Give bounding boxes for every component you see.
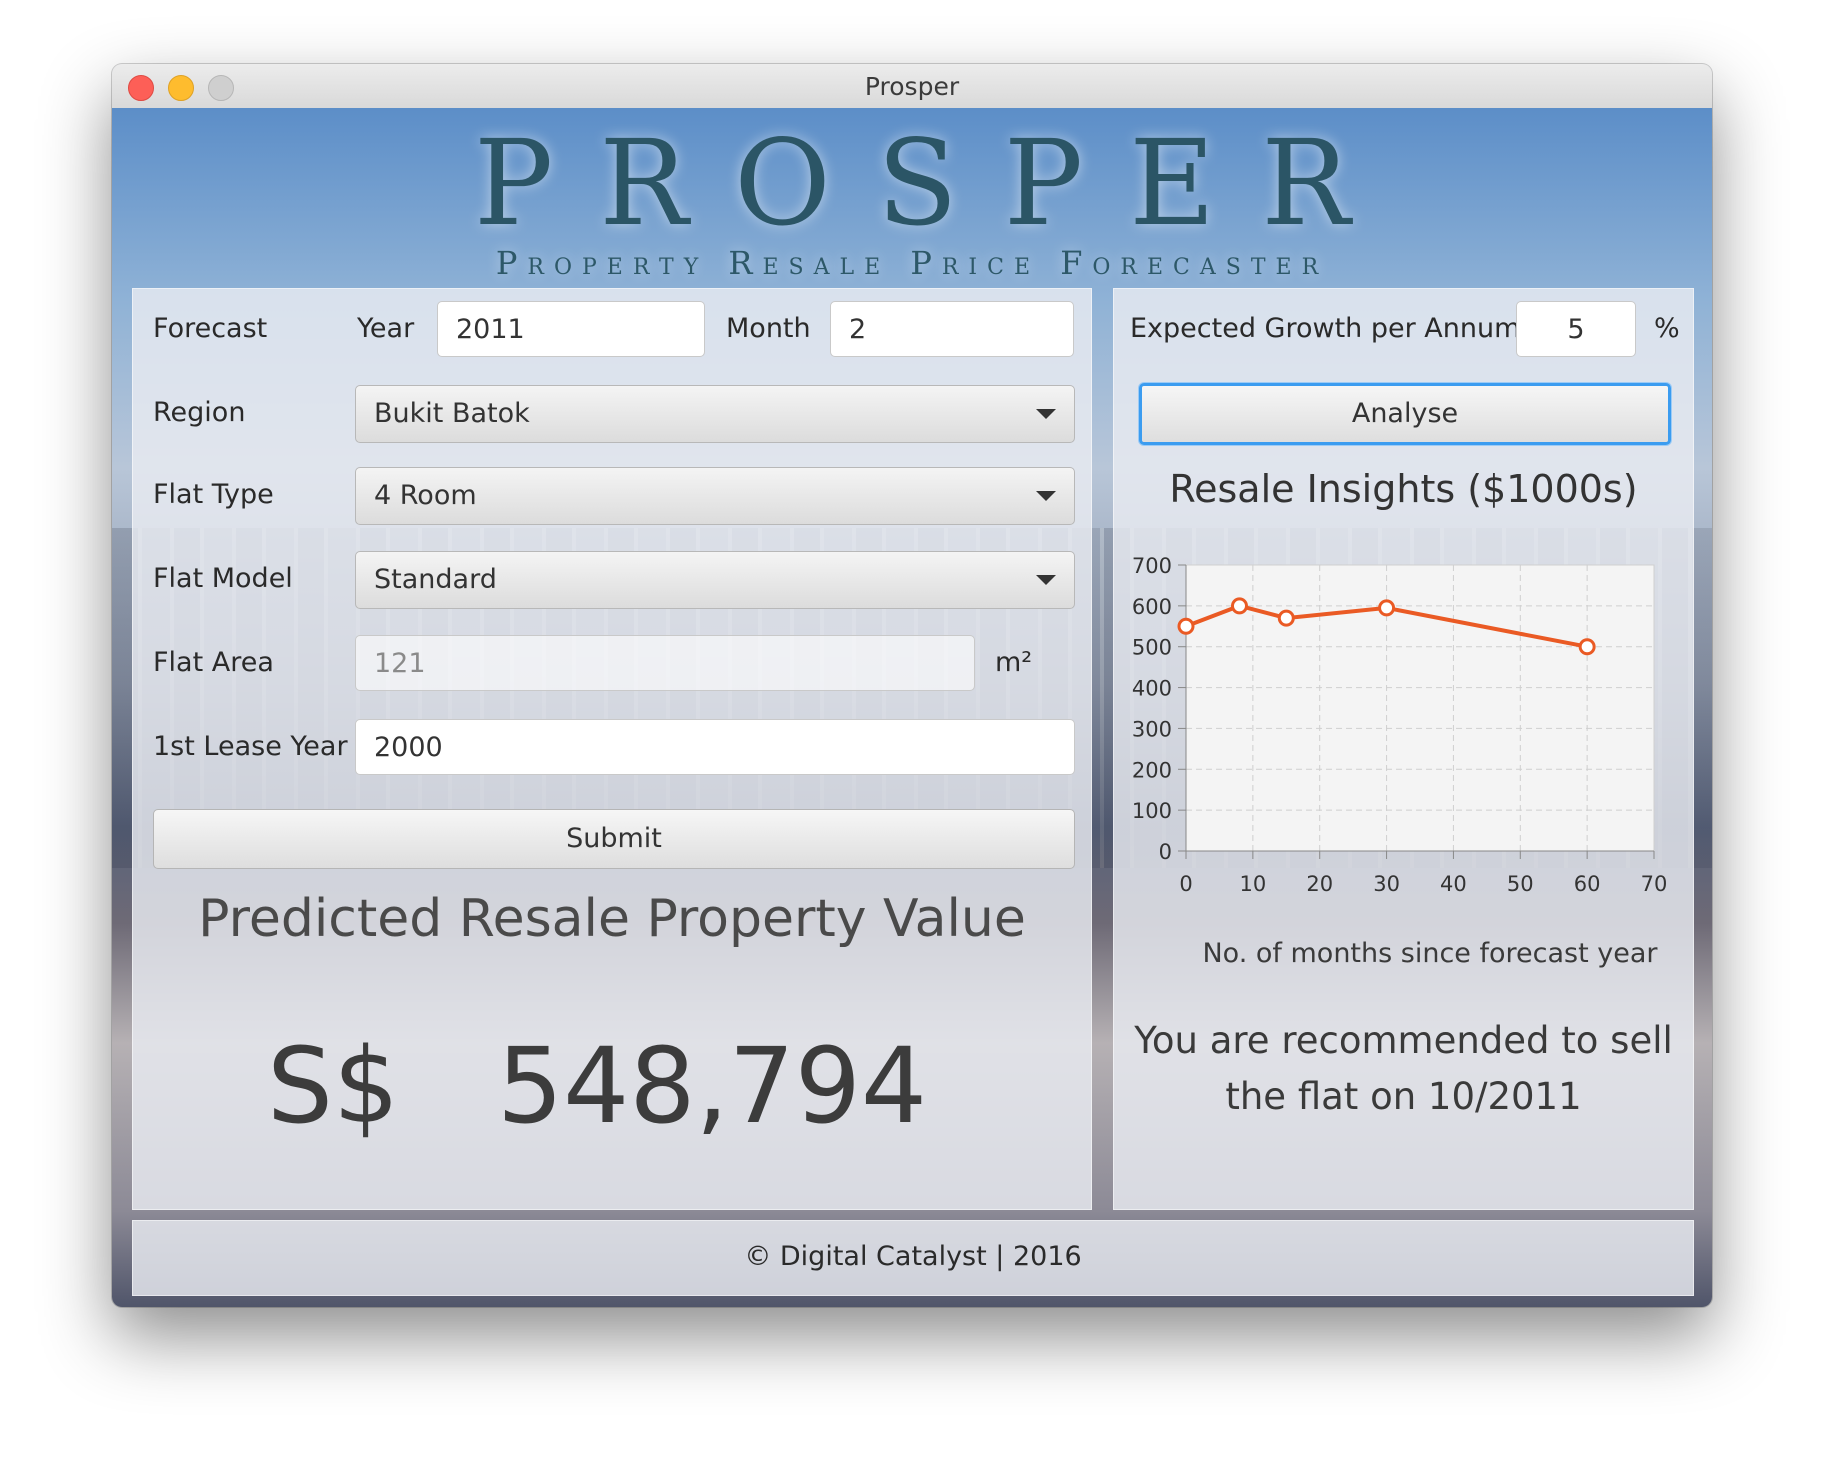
flat-type-select[interactable]: 4 Room <box>355 467 1075 525</box>
prediction-title: Predicted Resale Property Value <box>198 889 1026 949</box>
x-tick-label: 40 <box>1440 872 1467 896</box>
x-tick-label: 50 <box>1507 872 1534 896</box>
data-point <box>1277 609 1295 627</box>
app-content: PROSPER Property Resale Price Forecaster… <box>112 108 1712 1307</box>
flat-type-label: Flat Type <box>153 479 274 510</box>
month-input[interactable] <box>830 301 1074 357</box>
data-point <box>1378 599 1396 617</box>
dropdown-arrow-icon <box>1036 575 1056 585</box>
recommendation-line-2: the flat on 10/2011 <box>1225 1075 1582 1118</box>
y-tick-label: 700 <box>1132 554 1172 578</box>
footer-copyright: © Digital Catalyst | 2016 <box>744 1241 1082 1272</box>
month-label: Month <box>726 313 811 344</box>
chart-title: Resale Insights ($1000s) <box>1169 467 1638 511</box>
flat-model-label: Flat Model <box>153 563 293 594</box>
y-tick-label: 0 <box>1159 840 1172 864</box>
y-tick-label: 500 <box>1132 636 1172 660</box>
flat-type-select-value: 4 Room <box>374 480 477 511</box>
growth-input[interactable] <box>1516 301 1636 357</box>
region-select-value: Bukit Batok <box>374 398 530 429</box>
y-tick-label: 600 <box>1132 595 1172 619</box>
dropdown-arrow-icon <box>1036 409 1056 419</box>
region-select[interactable]: Bukit Batok <box>355 385 1075 443</box>
prediction-value: 548,794 <box>497 1025 928 1147</box>
brand-title: PROSPER <box>473 114 1397 252</box>
title-bar: Prosper <box>112 64 1712 109</box>
flat-area-label: Flat Area <box>153 647 274 678</box>
y-tick-label: 300 <box>1132 717 1172 741</box>
year-input[interactable] <box>437 301 705 357</box>
lease-year-input[interactable] <box>355 719 1075 775</box>
growth-label: Expected Growth per Annum <box>1130 313 1521 344</box>
y-tick-label: 200 <box>1132 758 1172 782</box>
data-point <box>1230 597 1248 615</box>
resale-insights-chart: 0 100 200 300 400 500 600 700 0 10 20 30 40 50 60 70 No… <box>1132 554 1668 969</box>
forecast-label: Forecast <box>153 313 268 344</box>
y-tick-label: 100 <box>1132 799 1172 823</box>
x-axis-label: No. of months since forecast year <box>1202 938 1658 969</box>
brand-header: PROSPER Property Resale Price Forecaster <box>112 118 1712 282</box>
analyse-button[interactable]: Analyse <box>1139 383 1671 445</box>
footer-panel: © Digital Catalyst | 2016 <box>132 1220 1694 1296</box>
submit-button[interactable]: Submit <box>153 809 1075 869</box>
flat-area-unit: m² <box>995 647 1033 678</box>
flat-area-input <box>355 635 975 691</box>
x-tick-label: 0 <box>1179 872 1192 896</box>
forecast-panel: Forecast Year Month Region Bukit Batok F… <box>132 288 1092 1210</box>
x-tick-label: 70 <box>1641 872 1668 896</box>
window-title: Prosper <box>864 72 960 101</box>
analysis-panel: Expected Growth per Annum % Analyse Resa… <box>1113 288 1694 1210</box>
y-tick-label: 400 <box>1132 677 1172 701</box>
lease-year-label: 1st Lease Year <box>153 731 348 762</box>
recommendation-text: You are recommended to sell the flat on … <box>1124 1013 1683 1125</box>
x-tick-label: 10 <box>1239 872 1266 896</box>
data-point <box>1177 617 1195 635</box>
region-label: Region <box>153 397 246 428</box>
x-tick-label: 30 <box>1373 872 1400 896</box>
x-tick-label: 60 <box>1574 872 1601 896</box>
x-tick-label: 20 <box>1306 872 1333 896</box>
data-point <box>1578 638 1596 656</box>
recommendation-line-1: You are recommended to sell <box>1134 1019 1673 1062</box>
prediction-currency: S$ <box>267 1025 400 1147</box>
flat-model-select[interactable]: Standard <box>355 551 1075 609</box>
dropdown-arrow-icon <box>1036 491 1056 501</box>
plot-area <box>1185 564 1655 852</box>
brand-subtitle: Property Resale Price Forecaster <box>495 244 1329 282</box>
growth-unit: % <box>1654 313 1680 344</box>
app-window: Prosper PROSPER Property Resale Price Fo… <box>112 64 1712 1307</box>
flat-model-select-value: Standard <box>374 564 497 595</box>
year-label: Year <box>357 313 415 344</box>
